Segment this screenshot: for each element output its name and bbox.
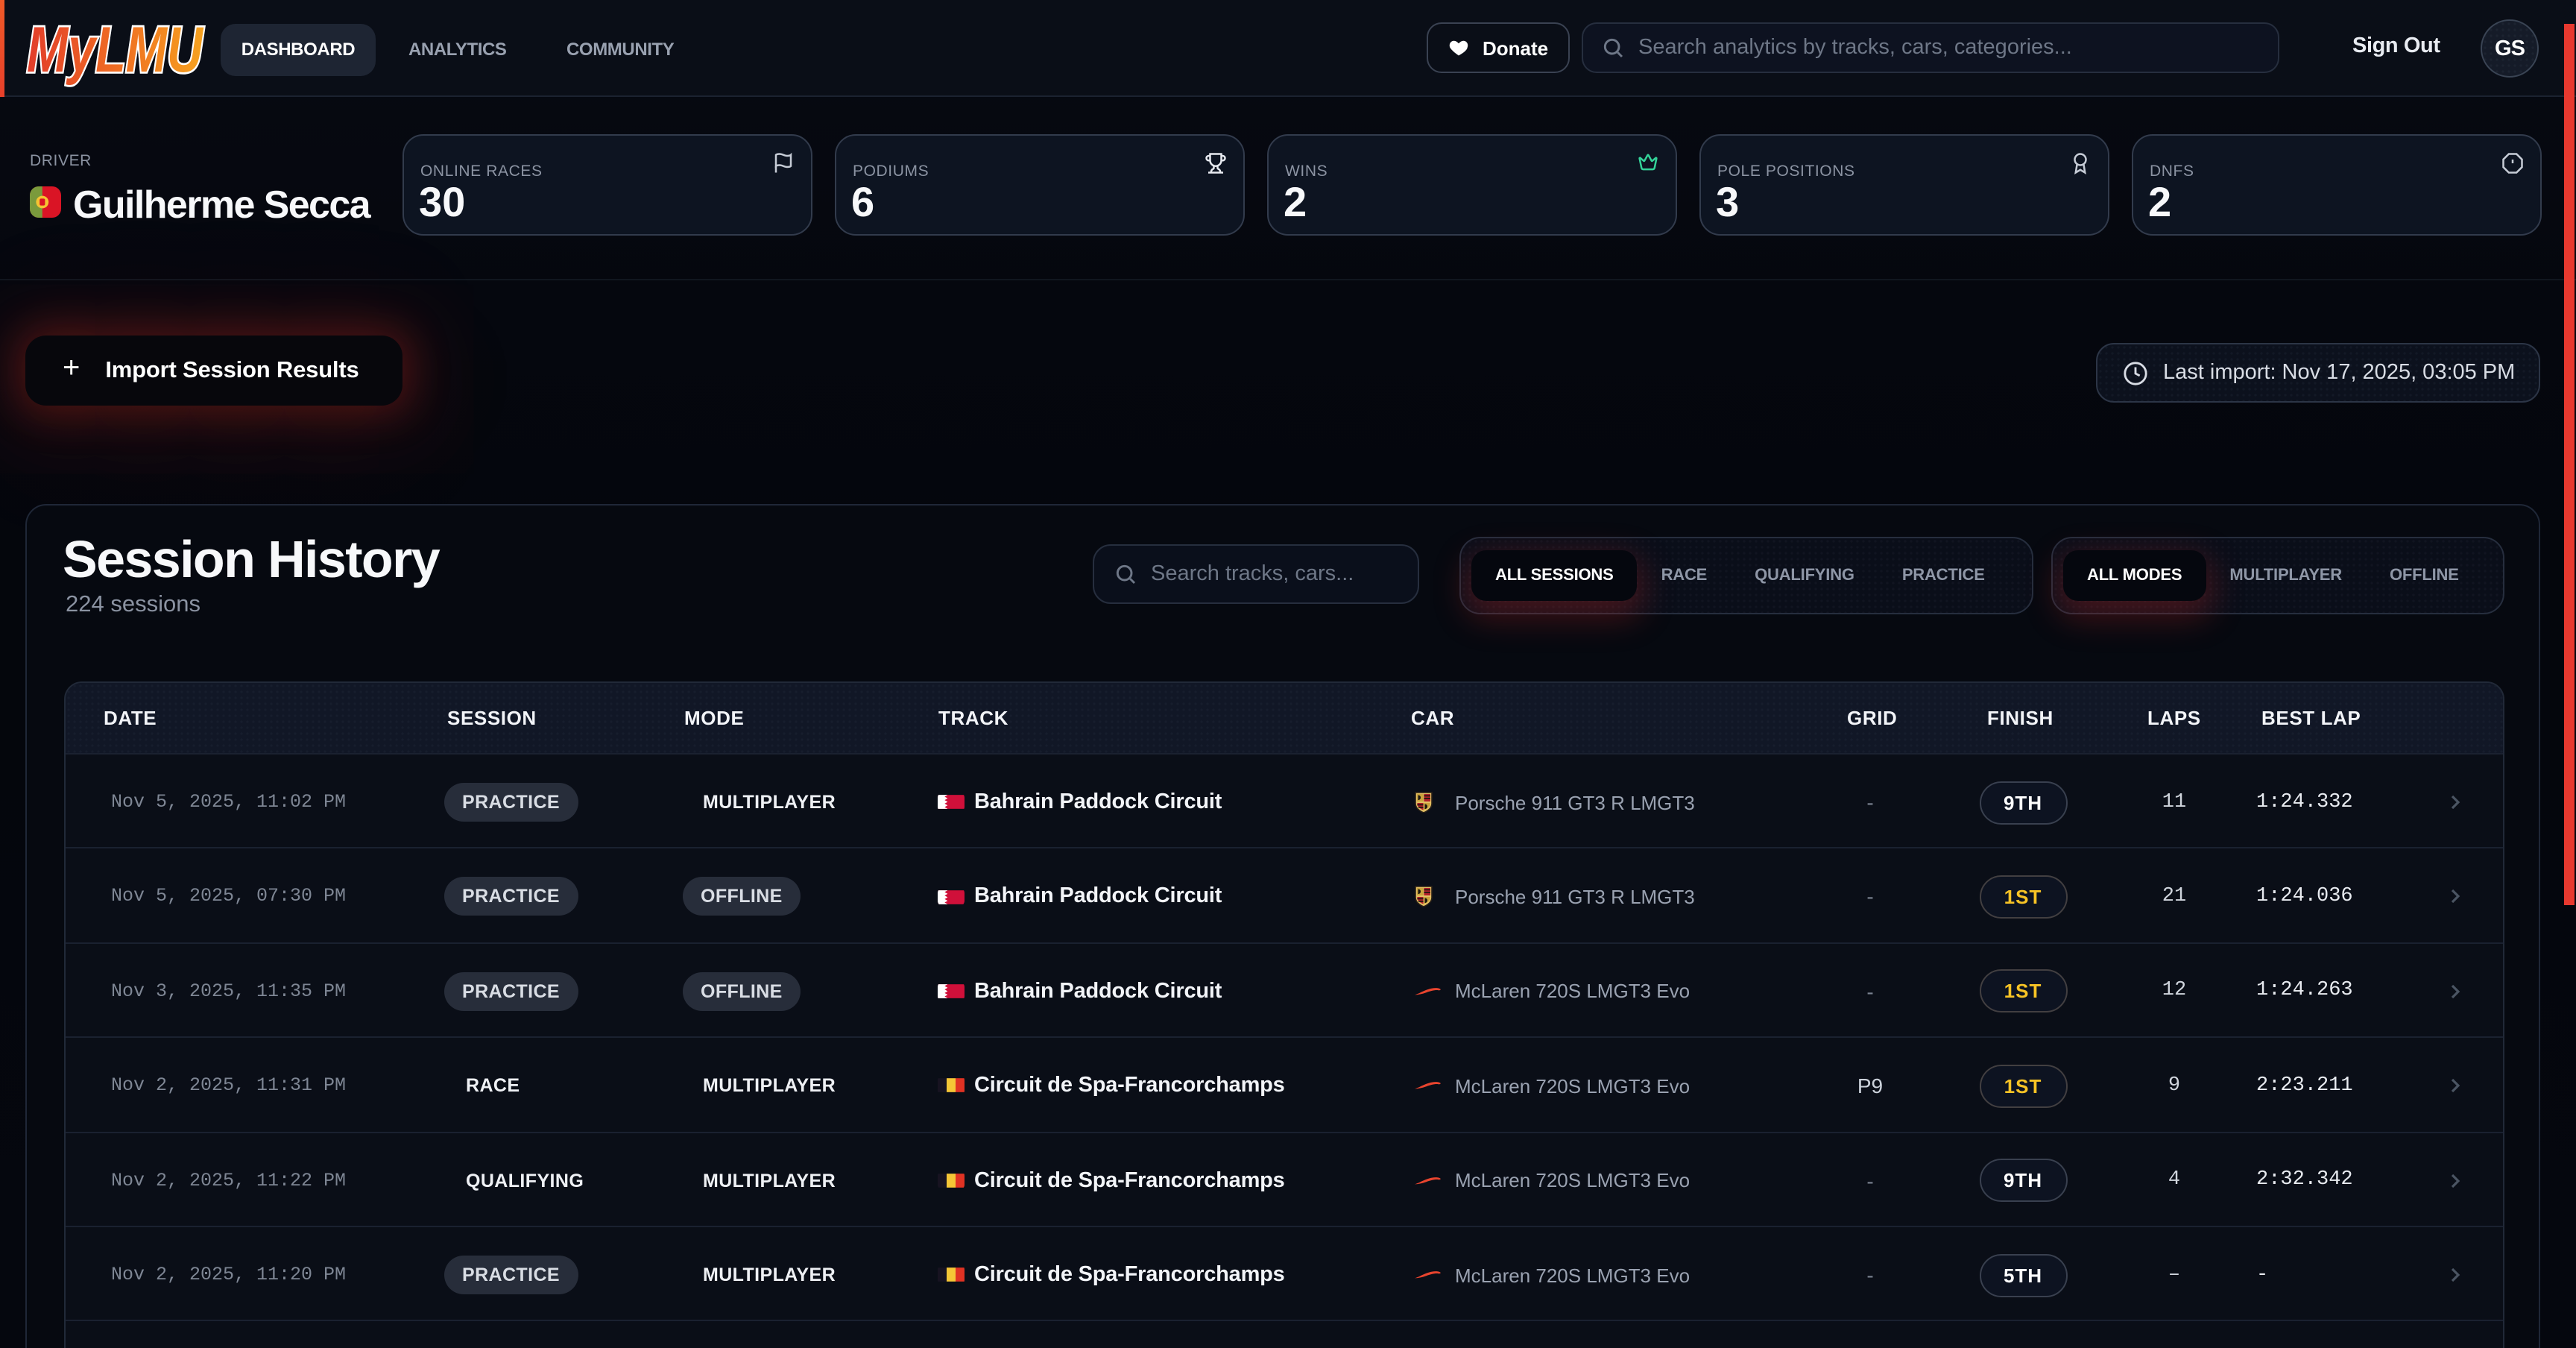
svg-text:MyLMU: MyLMU: [27, 14, 203, 86]
